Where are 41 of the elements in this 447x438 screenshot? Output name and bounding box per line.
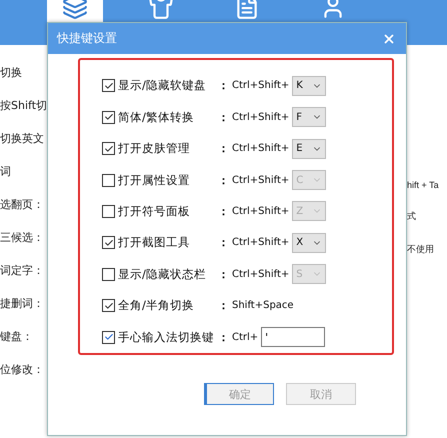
setting-label: 三候选： [0, 230, 45, 245]
dialog-title: 快捷键设置 [57, 30, 117, 47]
colon: ： [218, 172, 230, 188]
colon: ： [218, 330, 230, 345]
colon: ： [218, 266, 230, 282]
colon: ： [218, 204, 230, 219]
shortcut-label: 手心输入法切换键 [118, 330, 215, 345]
setting-label: 键盘： [0, 329, 34, 344]
setting-label: 按Shift切 [0, 98, 48, 113]
key-combo: Ctrl+ [232, 332, 258, 343]
setting-label: 切换 [0, 65, 23, 80]
shortcut-label: 打开符号面板 [118, 204, 191, 219]
key-combo: Ctrl+Shift+ [232, 268, 290, 280]
shortcut-label: 打开截图工具 [118, 235, 191, 250]
colon: ： [218, 110, 230, 125]
key-combo: Ctrl+Shift+ [232, 237, 290, 248]
shortcut-label: 全角/半角切换 [118, 298, 195, 314]
key-combo: Ctrl+Shift+ [232, 143, 290, 154]
shortcut-label: 显示/隐藏状态栏 [118, 266, 207, 282]
colon: ： [218, 78, 230, 94]
colon: ： [218, 235, 230, 250]
shortcut-label: 打开属性设置 [118, 172, 191, 188]
setting-label: 位修改： [0, 362, 45, 377]
setting-label: 捷删词： [0, 296, 45, 311]
colon: ： [218, 298, 230, 314]
setting-label: 选翻页： [0, 197, 45, 212]
setting-label: hift + Ta [407, 180, 439, 190]
colon: ： [218, 141, 230, 156]
setting-label: 词定字： [0, 263, 45, 278]
key-combo: Ctrl+Shift+ [232, 80, 290, 92]
shortcut-label: 简体/繁体转换 [118, 110, 195, 125]
setting-label: 切换英文 [0, 131, 45, 146]
setting-label: 词 [0, 164, 12, 179]
key-combo: Ctrl+Shift+ [232, 174, 290, 186]
key-combo: Ctrl+Shift+ [232, 112, 290, 123]
setting-label: 式 [407, 210, 416, 223]
shortcut-label: 打开皮肤管理 [118, 141, 191, 156]
shortcut-label: 显示/隐藏软键盘 [118, 78, 207, 94]
key-combo: Ctrl+Shift+ [232, 206, 290, 217]
key-combo: Shift+Space [232, 300, 294, 312]
setting-label: 不使用 [407, 243, 434, 256]
